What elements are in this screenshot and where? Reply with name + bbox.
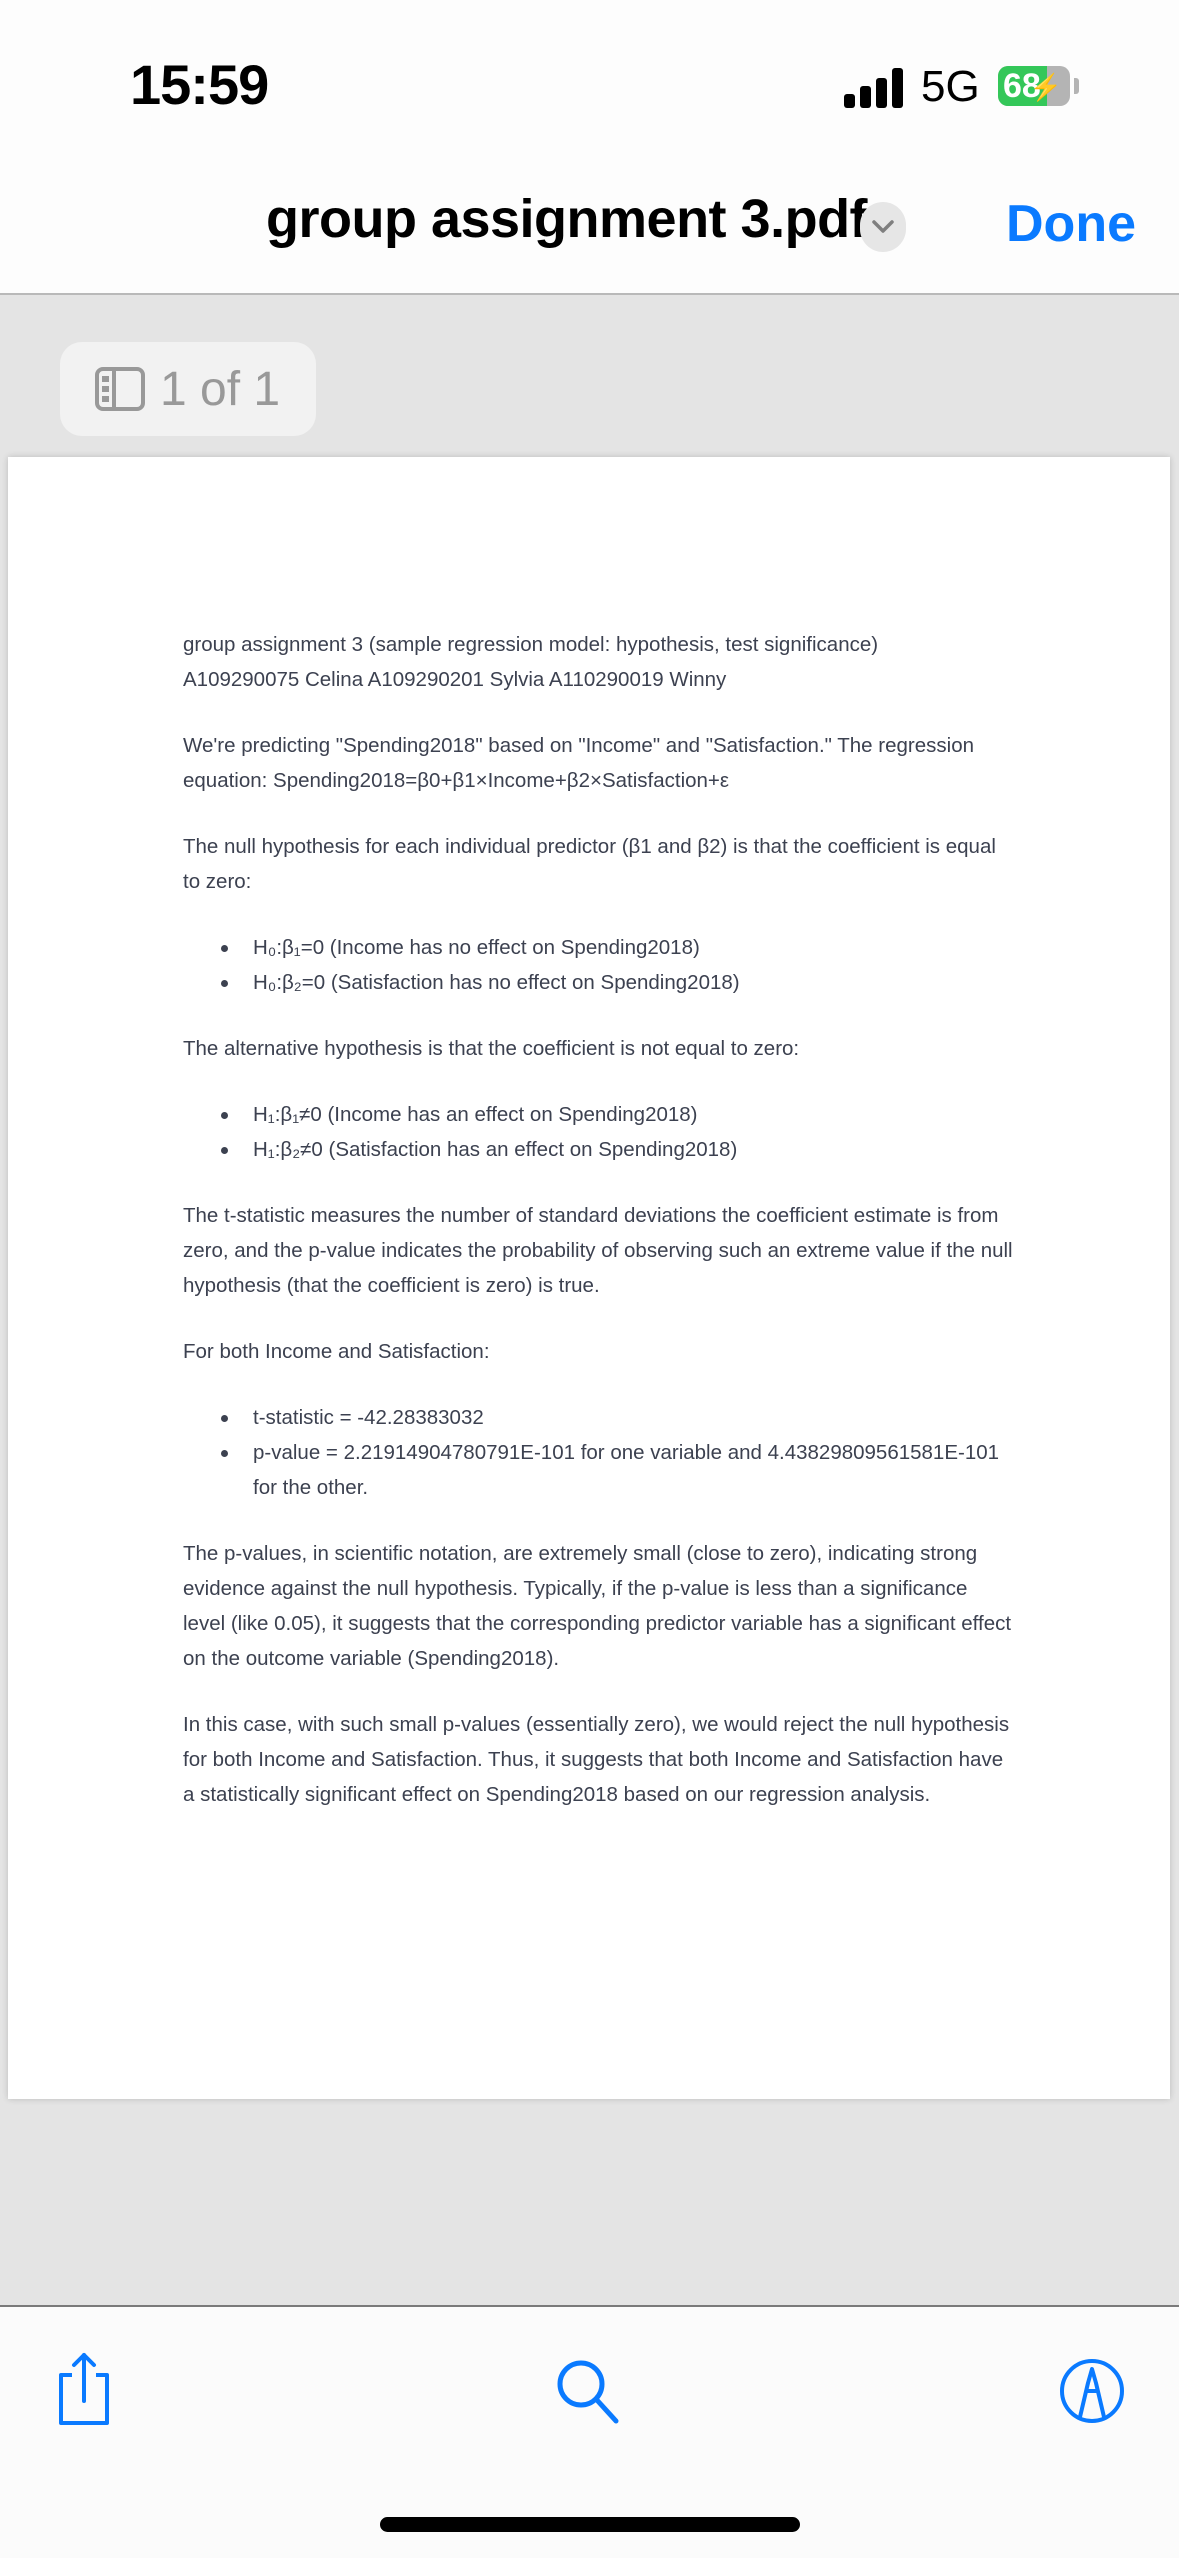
intro-paragraph: We're predicting "Spending2018" based on… — [183, 734, 974, 792]
chevron-down-icon — [872, 220, 894, 233]
share-icon — [59, 2353, 109, 2425]
network-type: 5G — [921, 62, 980, 111]
charging-bolt-icon: ⚡ — [1029, 72, 1062, 102]
null-hypothesis-intro: The null hypothesis for each individual … — [183, 835, 996, 893]
pdf-page: group assignment 3 (sample regression mo… — [8, 457, 1170, 2099]
battery-icon: 68 ⚡ — [998, 66, 1070, 106]
cellular-signal-icon — [844, 68, 904, 108]
statistics-list: t-statistic = -42.28383032 p-value = 2.2… — [183, 1400, 1013, 1505]
top-bar: 15:59 5G 68 ⚡ group assignment 3.pdf Don… — [0, 0, 1179, 295]
list-item: H₀:β₂=0 (Satisfaction has no effect on S… — [221, 965, 1013, 1000]
markup-button[interactable] — [1058, 2357, 1126, 2428]
home-indicator[interactable] — [380, 2517, 800, 2532]
conclusion-paragraph: In this case, with such small p-values (… — [183, 1713, 1010, 1806]
doc-authors-line: A109290075 Celina A109290201 Sylvia A110… — [183, 668, 727, 691]
document-title[interactable]: group assignment 3.pdf — [266, 188, 868, 250]
null-hypothesis-list: H₀:β₁=0 (Income has no effect on Spendin… — [183, 930, 1013, 1000]
list-item: p-value = 2.21914904780791E-101 for one … — [221, 1435, 1013, 1505]
title-menu-button[interactable] — [860, 202, 906, 252]
list-item: H₀:β₁=0 (Income has no effect on Spendin… — [221, 930, 1013, 965]
search-icon — [557, 2360, 619, 2424]
tstat-explanation: The t-statistic measures the number of s… — [183, 1204, 1013, 1297]
status-time: 15:59 — [130, 53, 269, 116]
list-item: H₁:β₁≠0 (Income has an effect on Spendin… — [221, 1097, 1013, 1132]
alt-hypothesis-intro: The alternative hypothesis is that the c… — [183, 1037, 800, 1060]
alt-hypothesis-list: H₁:β₁≠0 (Income has an effect on Spendin… — [183, 1097, 1013, 1167]
list-item: H₁:β₂≠0 (Satisfaction has an effect on S… — [221, 1132, 1013, 1167]
share-button[interactable] — [54, 2351, 114, 2430]
search-button[interactable] — [554, 2357, 624, 2430]
pvalue-explanation: The p-values, in scientific notation, ar… — [183, 1542, 1012, 1670]
pdf-content: group assignment 3 (sample regression mo… — [183, 627, 1013, 1843]
battery-cap — [1074, 78, 1079, 94]
both-variables-intro: For both Income and Satisfaction: — [183, 1340, 490, 1363]
page-indicator[interactable]: 1 of 1 — [60, 342, 316, 436]
doc-title-line: group assignment 3 (sample regression mo… — [183, 633, 879, 656]
done-button[interactable]: Done — [1006, 194, 1136, 254]
markup-pen-icon — [1060, 2359, 1124, 2423]
sidebar-thumbnails-icon — [95, 367, 145, 411]
list-item: t-statistic = -42.28383032 — [221, 1400, 1013, 1435]
doc-header: group assignment 3 (sample regression mo… — [183, 627, 1013, 697]
page-count-label: 1 of 1 — [160, 362, 281, 416]
